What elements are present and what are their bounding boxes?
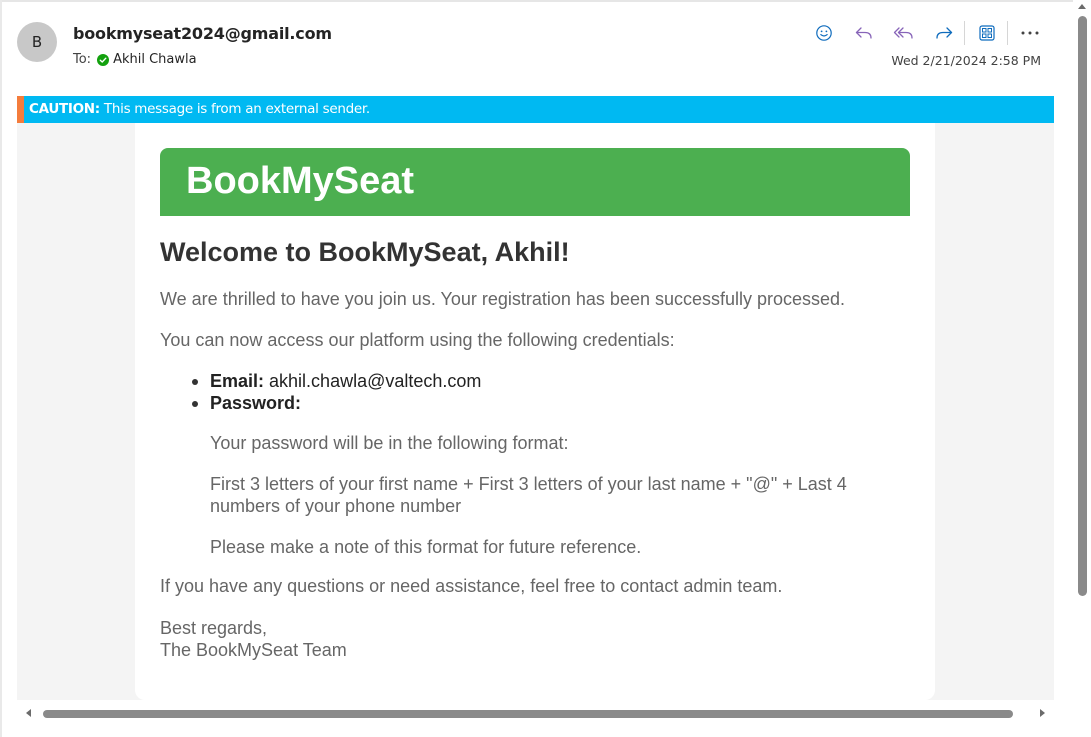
email-card: BookMySeat Welcome to BookMySeat, Akhil!… xyxy=(135,123,935,700)
password-format-intro: Your password will be in the following f… xyxy=(210,433,569,453)
horizontal-scroll-thumb[interactable] xyxy=(43,710,1013,718)
brand-title: BookMySeat xyxy=(186,160,415,202)
password-note: Please make a note of this format for fu… xyxy=(210,537,642,557)
vertical-scroll-thumb[interactable] xyxy=(1078,16,1087,596)
scroll-left-icon[interactable] xyxy=(26,709,31,717)
forward-icon[interactable] xyxy=(932,21,956,45)
left-border xyxy=(0,0,2,737)
caution-text: CAUTION: This message is from an externa… xyxy=(29,101,370,117)
signature: The BookMySeat Team xyxy=(160,640,347,660)
access-paragraph: You can now access our platform using th… xyxy=(160,330,675,350)
credentials-list: Email: akhil.chawla@valtech.com Password… xyxy=(160,370,900,414)
message-body: CAUTION: This message is from an externa… xyxy=(17,96,1054,700)
welcome-heading: Welcome to BookMySeat, Akhil! xyxy=(160,237,570,267)
to-label: To: xyxy=(73,52,92,67)
recipient-name[interactable]: Akhil Chawla xyxy=(113,52,197,67)
top-border xyxy=(0,0,1073,2)
help-paragraph: If you have any questions or need assist… xyxy=(160,576,783,596)
list-item: Email: akhil.chawla@valtech.com xyxy=(160,370,900,392)
external-sender-banner: CAUTION: This message is from an externa… xyxy=(17,96,1054,123)
message-actions xyxy=(812,20,1058,46)
verified-check-icon xyxy=(97,53,110,66)
password-label: Password: xyxy=(210,393,302,413)
toolbar-divider xyxy=(964,21,965,45)
recipient-row: To: Akhil Chawla xyxy=(73,52,197,67)
scroll-right-icon[interactable] xyxy=(1040,709,1045,717)
email-label: Email: xyxy=(210,371,265,391)
list-item: Password: xyxy=(160,392,900,414)
scroll-up-icon[interactable] xyxy=(1078,4,1086,9)
password-format: First 3 letters of your first name + Fir… xyxy=(210,474,847,516)
horizontal-scrollbar[interactable] xyxy=(17,702,1054,726)
caution-label: CAUTION: xyxy=(29,101,100,117)
smiley-icon[interactable] xyxy=(812,21,836,45)
toolbar-divider xyxy=(1007,21,1008,45)
closing-regards: Best regards, xyxy=(160,618,268,638)
sender-avatar[interactable]: B xyxy=(17,22,57,62)
reply-all-icon[interactable] xyxy=(892,21,916,45)
reply-icon[interactable] xyxy=(852,21,876,45)
intro-paragraph: We are thrilled to have you join us. You… xyxy=(160,289,846,309)
email-value[interactable]: akhil.chawla@valtech.com xyxy=(264,371,481,391)
more-icon[interactable] xyxy=(1018,21,1042,45)
brand-header: BookMySeat xyxy=(160,148,910,216)
sent-date: Wed 2/21/2024 2:58 PM xyxy=(891,53,1041,68)
immersive-reader-icon[interactable] xyxy=(975,21,999,45)
vertical-scrollbar[interactable] xyxy=(1073,0,1091,737)
sender-address[interactable]: bookmyseat2024@gmail.com xyxy=(73,24,332,43)
caution-message: This message is from an external sender. xyxy=(99,101,370,117)
caution-accent-bar xyxy=(17,96,24,123)
